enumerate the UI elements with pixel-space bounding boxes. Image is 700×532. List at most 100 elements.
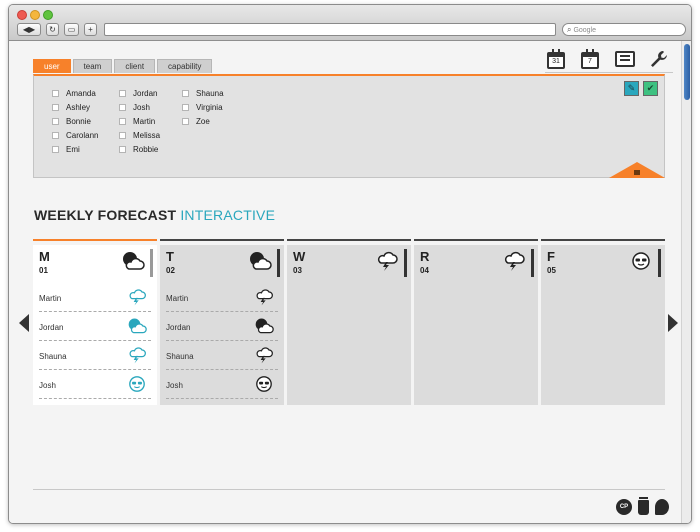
user-checkbox[interactable]: Emi bbox=[52, 144, 98, 154]
day-number: 03 bbox=[293, 266, 302, 275]
day-marker bbox=[277, 249, 280, 277]
wrench-icon[interactable] bbox=[649, 49, 669, 69]
person-name: Jordan bbox=[166, 323, 191, 332]
calendar-week-icon[interactable]: 7 bbox=[581, 49, 601, 69]
trash-can-icon[interactable] bbox=[638, 496, 649, 515]
filter-tabs: user team client capability bbox=[33, 59, 213, 73]
forecast-day[interactable]: M 01 Martin Jordan Shauna Josh bbox=[33, 239, 157, 405]
user-checkbox[interactable]: Jordan bbox=[119, 88, 160, 98]
forecast-day[interactable]: T 02 Martin Jordan Shauna Josh bbox=[160, 239, 284, 405]
partly-cloudy-icon bbox=[127, 317, 147, 335]
person-forecast-row[interactable]: Shauna bbox=[166, 341, 278, 370]
next-week-arrow[interactable] bbox=[668, 314, 678, 332]
drop-icon[interactable] bbox=[655, 499, 669, 515]
search-placeholder: Google bbox=[573, 27, 597, 34]
top-icon-bar: 31 7 bbox=[547, 47, 669, 71]
day-letter: T bbox=[166, 249, 174, 264]
day-top-line bbox=[160, 239, 284, 241]
person-forecast-list: Martin Jordan Shauna Josh bbox=[33, 283, 157, 399]
tab-user[interactable]: user bbox=[33, 59, 71, 73]
user-column-2: Jordan Josh Martin Melissa Robbie bbox=[119, 88, 160, 154]
day-marker bbox=[658, 249, 661, 277]
forecast-page: 31 7 user team client capability Amanda … bbox=[9, 41, 683, 523]
person-forecast-row[interactable]: Josh bbox=[166, 370, 278, 399]
tab-capability[interactable]: capability bbox=[157, 59, 213, 73]
tab-client[interactable]: client bbox=[114, 59, 156, 73]
calendar-month-icon[interactable]: 31 bbox=[547, 49, 567, 69]
user-checkbox[interactable]: Bonnie bbox=[52, 116, 98, 126]
day-marker bbox=[150, 249, 153, 277]
user-checkbox[interactable]: Melissa bbox=[119, 130, 160, 140]
user-checkbox[interactable]: Shauna bbox=[182, 88, 224, 98]
person-name: Martin bbox=[39, 294, 62, 303]
forecast-day[interactable]: R 04 bbox=[414, 239, 538, 405]
reload-button[interactable]: ↻ bbox=[46, 23, 59, 36]
edit-button[interactable]: ✎ bbox=[624, 81, 639, 96]
person-name: Josh bbox=[39, 381, 56, 390]
back-forward-button[interactable]: ◀▶ bbox=[17, 23, 41, 36]
search-icon: ⌕ bbox=[567, 25, 572, 34]
divider bbox=[33, 489, 665, 490]
zoom-window-button[interactable] bbox=[43, 10, 53, 20]
day-card: T 02 Martin Jordan Shauna Josh bbox=[160, 245, 284, 405]
minimize-window-button[interactable] bbox=[30, 10, 40, 20]
person-name: Martin bbox=[166, 294, 189, 303]
day-number: 01 bbox=[39, 266, 48, 275]
forecast-day[interactable]: F 05 bbox=[541, 239, 665, 405]
sunglasses-icon bbox=[629, 251, 653, 271]
address-bar[interactable] bbox=[104, 23, 556, 36]
user-checkbox[interactable]: Virginia bbox=[182, 102, 224, 112]
screenshot-button[interactable]: ▭ bbox=[64, 23, 79, 36]
day-card: M 01 Martin Jordan Shauna Josh bbox=[33, 245, 157, 405]
sunglasses-icon bbox=[254, 375, 274, 393]
day-letter: W bbox=[293, 249, 306, 264]
day-number: 05 bbox=[547, 266, 556, 275]
cp-badge-icon[interactable]: CP bbox=[616, 499, 632, 515]
add-bookmark-button[interactable]: + bbox=[84, 23, 97, 36]
day-top-line bbox=[287, 239, 411, 241]
storm-icon bbox=[254, 346, 274, 364]
check-icon: ✔ bbox=[646, 83, 655, 93]
forecast-day[interactable]: W 03 bbox=[287, 239, 411, 405]
day-letter: M bbox=[39, 249, 50, 264]
search-field[interactable]: ⌕ Google bbox=[562, 23, 686, 36]
day-letter: R bbox=[420, 249, 430, 264]
person-forecast-row[interactable]: Jordan bbox=[39, 312, 151, 341]
user-checkbox[interactable]: Amanda bbox=[52, 88, 98, 98]
person-forecast-row[interactable]: Jordan bbox=[166, 312, 278, 341]
person-forecast-row[interactable]: Shauna bbox=[39, 341, 151, 370]
user-checkbox[interactable]: Martin bbox=[119, 116, 160, 126]
user-checkbox[interactable]: Robbie bbox=[119, 144, 160, 154]
user-column-3: Shauna Virginia Zoe bbox=[182, 88, 224, 126]
pencil-icon: ✎ bbox=[627, 83, 636, 93]
person-forecast-row[interactable]: Josh bbox=[39, 370, 151, 399]
confirm-button[interactable]: ✔ bbox=[643, 81, 658, 96]
partly-cloudy-icon bbox=[254, 317, 274, 335]
user-checkbox[interactable]: Ashley bbox=[52, 102, 98, 112]
user-checkbox[interactable]: Josh bbox=[119, 102, 160, 112]
day-letter: F bbox=[547, 249, 555, 264]
page-title-accent: INTERACTIVE bbox=[180, 207, 276, 223]
tab-team[interactable]: team bbox=[72, 59, 113, 73]
day-marker bbox=[404, 249, 407, 277]
scrollbar-thumb[interactable] bbox=[684, 44, 690, 100]
storm-icon bbox=[127, 288, 147, 306]
previous-week-arrow[interactable] bbox=[19, 314, 29, 332]
person-forecast-row[interactable]: Martin bbox=[39, 283, 151, 312]
partly-cloudy-icon bbox=[248, 251, 272, 271]
day-number: 02 bbox=[166, 266, 175, 275]
user-checkbox[interactable]: Carolann bbox=[52, 130, 98, 140]
user-checkbox[interactable]: Zoe bbox=[182, 116, 224, 126]
browser-window: ◀▶ ↻ ▭ + ⌕ Google 31 7 user team client … bbox=[8, 4, 692, 524]
close-window-button[interactable] bbox=[17, 10, 27, 20]
person-forecast-row[interactable]: Martin bbox=[166, 283, 278, 312]
day-top-line bbox=[414, 239, 538, 241]
day-card: W 03 bbox=[287, 245, 411, 405]
storm-icon bbox=[375, 251, 399, 271]
list-icon[interactable] bbox=[615, 49, 635, 69]
panel-actions: ✎ ✔ bbox=[624, 81, 658, 96]
person-name: Shauna bbox=[39, 352, 67, 361]
bottom-icon-bar: CP bbox=[616, 496, 669, 515]
vertical-scrollbar[interactable] bbox=[681, 41, 691, 523]
day-number: 04 bbox=[420, 266, 429, 275]
